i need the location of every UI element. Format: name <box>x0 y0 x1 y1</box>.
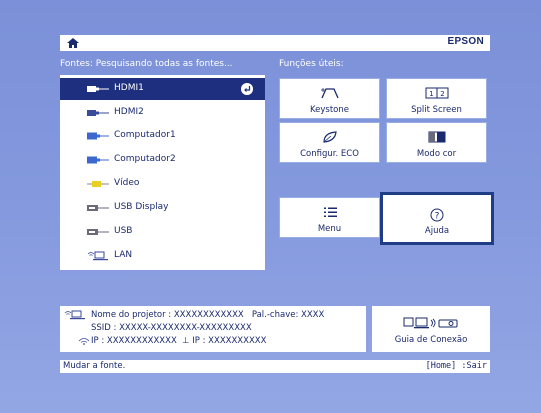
eco-button[interactable]: Configur. ECO <box>279 122 380 163</box>
ssid: SSID : XXXXX-XXXXXXXX-XXXXXXXXX <box>91 323 252 333</box>
source-label: USB Display <box>114 202 169 212</box>
status-exit-hint: [Home] :Sair <box>425 361 487 371</box>
source-label: USB <box>114 226 133 236</box>
source-item-lan[interactable]: LAN <box>60 245 265 267</box>
vga-icon <box>87 132 109 140</box>
leaf-icon <box>322 131 337 143</box>
status-hint: Mudar a fonte. <box>63 361 126 371</box>
connection-guide-button[interactable]: Guia de Conexão <box>372 306 490 352</box>
source-item-computador2[interactable]: Computador2 <box>60 149 265 171</box>
lan-icon <box>87 251 108 261</box>
enter-icon <box>241 83 253 95</box>
help-icon: ? <box>430 208 444 222</box>
source-list: HDMI1 HDMI2 Computador1 Computador2 Víde… <box>60 75 265 270</box>
keystone-button[interactable]: Keystone <box>279 78 380 119</box>
split-screen-button[interactable]: 1 2 Split Screen <box>386 78 487 119</box>
source-item-hdmi1[interactable]: HDMI1 <box>60 78 265 100</box>
eco-label: Configur. ECO <box>300 149 359 159</box>
source-label: Vídeo <box>114 178 140 188</box>
split-screen-label: Split Screen <box>411 105 462 115</box>
video-icon <box>87 181 109 187</box>
source-label: LAN <box>114 250 133 260</box>
connection-guide-label: Guia de Conexão <box>394 335 468 345</box>
help-label: Ajuda <box>424 226 450 236</box>
source-label: Computador2 <box>114 154 176 164</box>
sources-header: Fontes: Pesquisando todas as fontes... <box>60 59 233 69</box>
vga-icon <box>87 156 109 164</box>
source-item-video[interactable]: Vídeo <box>60 173 265 195</box>
keystone-icon <box>320 88 339 99</box>
hdmi-icon <box>87 110 109 116</box>
top-bar: EPSON <box>60 35 490 51</box>
split-left-number: 1 <box>429 90 433 98</box>
projector-home-screen: EPSON Fontes: Pesquisando todas as fonte… <box>0 0 541 413</box>
network-icon <box>64 310 85 320</box>
source-label: HDMI2 <box>114 107 144 117</box>
help-glyph: ? <box>435 212 440 222</box>
projector-name: Nome do projetor : XXXXXXXXXXXX Pal.-cha… <box>91 310 325 320</box>
help-button[interactable]: ? Ajuda <box>380 192 494 245</box>
split-screen-icon: 1 2 <box>425 87 448 99</box>
menu-button[interactable]: Menu <box>279 197 380 238</box>
color-mode-icon <box>428 131 445 143</box>
keystone-label: Keystone <box>310 105 349 115</box>
color-mode-button[interactable]: Modo cor <box>386 122 487 163</box>
source-item-computador1[interactable]: Computador1 <box>60 125 265 147</box>
usb-icon <box>87 205 109 211</box>
usb-icon <box>87 229 109 235</box>
hdmi-icon <box>87 86 109 92</box>
menu-label: Menu <box>317 224 342 234</box>
status-bar: Mudar a fonte. [Home] :Sair <box>60 360 490 373</box>
ip-addresses: IP : XXXXXXXXXXXX ⊥ IP : XXXXXXXXXX <box>91 336 267 346</box>
functions-header: Funções úteis: <box>279 59 344 69</box>
projector-info-panel: Nome do projetor : XXXXXXXXXXXX Pal.-cha… <box>60 306 366 352</box>
source-label: HDMI1 <box>114 83 144 93</box>
menu-list-icon <box>323 207 337 217</box>
color-mode-label: Modo cor <box>416 149 457 159</box>
split-right-number: 2 <box>440 90 444 98</box>
home-icon[interactable] <box>66 36 80 50</box>
source-item-usb[interactable]: USB <box>60 221 265 243</box>
source-item-hdmi2[interactable]: HDMI2 <box>60 102 265 124</box>
source-item-usb-display[interactable]: USB Display <box>60 197 265 219</box>
wireless-icon <box>78 338 90 345</box>
brand-logo: EPSON <box>447 36 484 47</box>
connection-guide-icon <box>403 317 458 329</box>
source-label: Computador1 <box>114 130 176 140</box>
